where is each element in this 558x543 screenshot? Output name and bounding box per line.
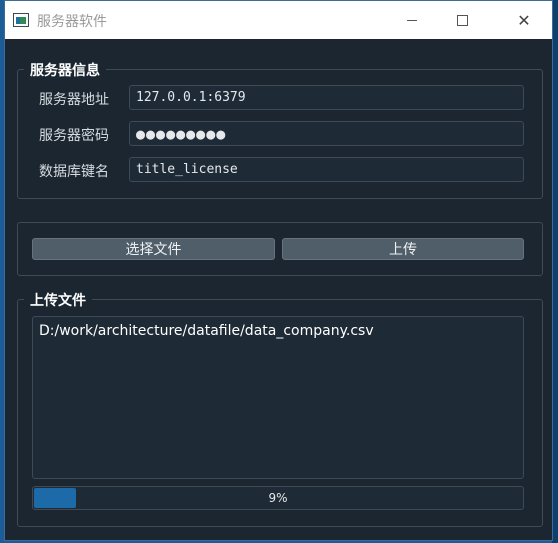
upload-file-title: 上传文件 (24, 290, 92, 310)
server-address-input[interactable]: 127.0.0.1:6379 (129, 85, 524, 110)
upload-button[interactable]: 上传 (282, 238, 524, 260)
upload-progress-bar: 9% (32, 486, 524, 510)
db-key-input[interactable]: title_license (129, 157, 524, 182)
close-icon: ✕ (517, 10, 531, 30)
maximize-button[interactable] (439, 1, 485, 39)
server-password-label: 服务器密码 (39, 128, 109, 144)
upload-progress-text: 9% (268, 491, 288, 505)
app-icon-bar-left (16, 17, 20, 24)
server-address-label: 服务器地址 (39, 92, 109, 108)
db-key-label: 数据库键名 (39, 164, 109, 180)
minimize-button[interactable] (389, 1, 435, 39)
maximize-icon (456, 14, 468, 26)
server-info-title: 服务器信息 (24, 60, 106, 80)
title-bar[interactable]: 服务器软件 ✕ (5, 1, 552, 39)
main-window: 服务器软件 ✕ 服务器信息 服务器地址 127.0.0.1:6379 服务器密码… (4, 0, 553, 541)
file-path-textarea[interactable]: D:/work/architecture/datafile/data_compa… (32, 316, 524, 479)
minimize-icon (407, 19, 417, 21)
app-icon (13, 13, 29, 27)
select-file-button[interactable]: 选择文件 (32, 238, 275, 260)
window-title: 服务器软件 (37, 14, 107, 30)
close-button[interactable]: ✕ (501, 1, 547, 39)
server-password-input[interactable]: ●●●●●●●●● (129, 121, 524, 146)
